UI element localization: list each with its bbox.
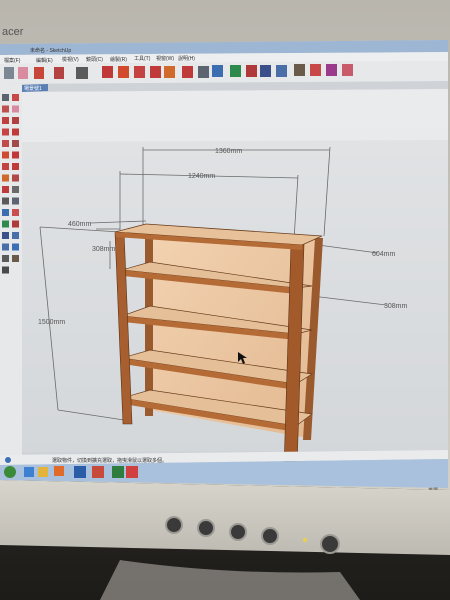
internet-explorer-icon[interactable]: [24, 467, 34, 477]
main-toolbar: [0, 61, 448, 84]
media-player-icon[interactable]: [54, 466, 64, 476]
file-explorer-icon[interactable]: [38, 467, 48, 477]
left-toolbar: [0, 84, 22, 455]
scale-tool-icon[interactable]: [2, 174, 9, 182]
menu-item-tools[interactable]: 工具(T): [134, 56, 151, 62]
section-tool-icon[interactable]: [12, 209, 19, 216]
axes-tool-icon[interactable]: [2, 209, 9, 216]
text-tool-icon[interactable]: [12, 197, 19, 205]
previous-tool-icon[interactable]: [12, 243, 19, 251]
help-icon[interactable]: [5, 457, 11, 463]
arc-tool-icon[interactable]: [54, 67, 64, 79]
dim-label-right-mid: 308mm: [384, 303, 408, 310]
windows-start-icon[interactable]: [4, 466, 16, 478]
dim-label-shelf-spacing: 308mm: [92, 246, 116, 253]
dim-label-inner-width: 1240mm: [188, 173, 215, 180]
text-tool-icon[interactable]: [198, 66, 209, 78]
word-icon[interactable]: [74, 466, 86, 478]
pan-tool-icon[interactable]: [12, 220, 19, 228]
share-model-icon[interactable]: [310, 64, 321, 76]
walk-tool-icon[interactable]: [12, 255, 19, 262]
power-led: [303, 538, 307, 542]
power-button[interactable]: [320, 534, 340, 554]
menu-item-edit[interactable]: 編輯(E): [36, 57, 53, 64]
move-tool-icon[interactable]: [118, 66, 129, 78]
axes-tool-icon[interactable]: [212, 65, 223, 77]
push-pull-tool-icon[interactable]: [102, 66, 113, 78]
rectangle-tool-icon[interactable]: [76, 67, 88, 79]
menu-item-window[interactable]: 視窗(W): [156, 55, 174, 62]
menu-item-draw[interactable]: 繪製(R): [110, 56, 127, 63]
menu-item-camera[interactable]: 鏡頭(C): [86, 56, 103, 63]
sketchup-icon[interactable]: [126, 466, 138, 478]
dim-label-height: 1500mm: [38, 319, 65, 326]
follow-me-tool-icon[interactable]: [150, 66, 161, 78]
dimension-tool-icon[interactable]: [12, 186, 19, 193]
position-camera-tool-icon[interactable]: [2, 255, 9, 262]
pencil-tool-icon[interactable]: [34, 67, 44, 79]
select-tool-icon[interactable]: [4, 67, 14, 79]
tape-measure-tool-icon[interactable]: [182, 66, 193, 78]
menu-item-help[interactable]: 說明(H): [178, 55, 195, 62]
window-title: 未命名 - SketchUp: [30, 47, 71, 54]
monitor-button-4[interactable]: [261, 527, 279, 545]
dim-label-depth: 460mm: [68, 221, 92, 228]
spreadsheet-icon[interactable]: [112, 466, 124, 478]
monitor-button-2[interactable]: [197, 519, 215, 537]
eraser-tool-icon[interactable]: [12, 105, 19, 113]
polygon-tool-icon[interactable]: [2, 140, 9, 147]
zoom-tool-icon[interactable]: [2, 232, 9, 239]
get-models-icon[interactable]: [294, 64, 305, 76]
zoom-tool-icon[interactable]: [260, 65, 271, 77]
monitor-brand-logo: acer: [2, 26, 24, 38]
monitor-button-1[interactable]: [165, 516, 183, 534]
scene-tab[interactable]: 場景號1: [22, 84, 48, 92]
tape-tool-icon[interactable]: [2, 186, 9, 193]
menu-item-view[interactable]: 檢視(V): [62, 56, 79, 63]
offset-tool-icon[interactable]: [12, 174, 19, 182]
protractor-tool-icon[interactable]: [2, 197, 9, 205]
monitor-button-3[interactable]: [229, 523, 247, 541]
freehand-tool-icon[interactable]: [12, 140, 19, 147]
scene-tab-label: 場景號1: [24, 85, 42, 92]
monitor-bezel-bottom: [0, 480, 450, 555]
zoom-window-tool-icon[interactable]: [12, 232, 19, 239]
orbit-tool-icon[interactable]: [230, 65, 241, 77]
circle-tool-icon[interactable]: [2, 128, 9, 136]
follow-me-tool-icon[interactable]: [12, 163, 19, 170]
dim-label-overall-width: 1360mm: [215, 148, 242, 155]
component-tool-icon[interactable]: [12, 94, 19, 101]
extension-icon[interactable]: [342, 64, 353, 76]
scale-tool-icon[interactable]: [164, 66, 175, 78]
pan-tool-icon[interactable]: [246, 65, 257, 77]
eraser-tool-icon[interactable]: [18, 67, 28, 79]
menu-item-file[interactable]: 檔案(F): [4, 57, 21, 64]
screen: 未命名 - SketchUp 檔案(F) 編輯(E) 檢視(V) 鏡頭(C) 繪…: [0, 40, 448, 494]
zoom-extents-icon[interactable]: [276, 65, 287, 77]
look-around-tool-icon[interactable]: [2, 266, 9, 274]
push-pull-tool-icon[interactable]: [12, 151, 19, 159]
components-icon[interactable]: [326, 64, 337, 76]
rotate-tool-icon[interactable]: [2, 163, 9, 170]
status-bar-text: 選取物件，切換到擴充選取，拖曳滑鼠以選取多個。: [52, 457, 167, 464]
arc-tool-icon[interactable]: [12, 128, 19, 136]
line-tool-icon[interactable]: [12, 117, 19, 124]
zoom-extents-tool-icon[interactable]: [2, 243, 9, 251]
select-tool-icon[interactable]: [2, 94, 9, 101]
paint-tool-icon[interactable]: [2, 105, 9, 113]
rectangle-tool-icon[interactable]: [2, 117, 9, 124]
sketchup-file-icon[interactable]: [92, 466, 104, 478]
dim-label-right-top: 604mm: [372, 251, 396, 258]
rotate-tool-icon[interactable]: [134, 66, 145, 78]
move-tool-icon[interactable]: [2, 151, 9, 159]
monitor-photo: acer 未命名 - SketchUp 檔案(F) 編輯(E) 檢視(V) 鏡頭…: [0, 0, 450, 600]
orbit-tool-icon[interactable]: [2, 220, 9, 228]
